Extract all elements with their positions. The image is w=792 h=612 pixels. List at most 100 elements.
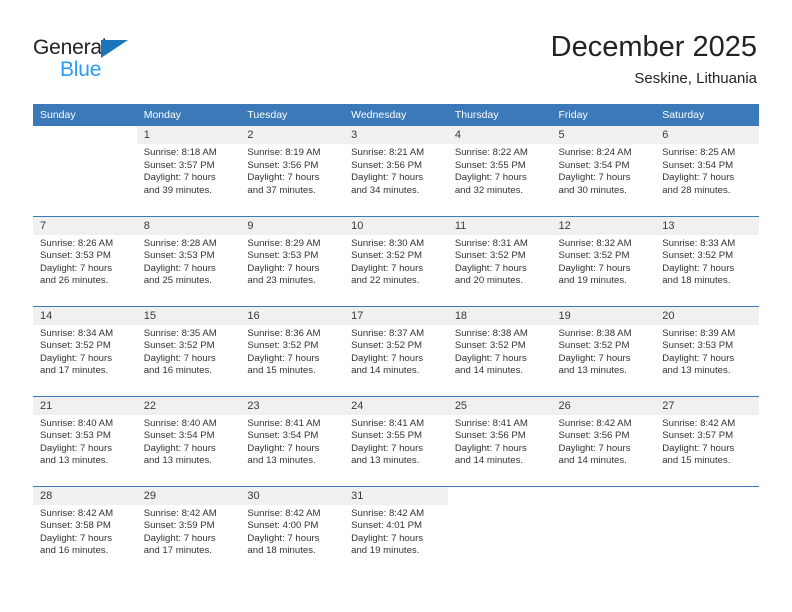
daylight-text-line1: Daylight: 7 hours xyxy=(247,262,320,274)
calendar-day-cell[interactable]: 15 Sunrise: 8:35 AM Sunset: 3:52 PM Dayligh… xyxy=(136,305,241,396)
calendar-day-cell[interactable]: 6 Sunrise: 8:25 AM Sunset: 3:54 PM Daylight… xyxy=(655,126,759,216)
weekday-header-wednesday: Wednesday xyxy=(344,104,448,126)
daylight-text-line2: and 26 minutes. xyxy=(40,275,109,287)
calendar-day-cell[interactable]: 8 Sunrise: 8:28 AM Sunset: 3:53 PM Daylight… xyxy=(136,215,241,306)
sunset-text: Sunset: 3:56 PM xyxy=(558,430,630,442)
sunset-text: Sunset: 3:54 PM xyxy=(558,159,630,171)
day-number: 8 xyxy=(136,216,241,235)
day-details: Sunrise: 8:29 AM Sunset: 3:53 PM Daylight:… xyxy=(240,235,344,288)
sunset-text: Sunset: 3:56 PM xyxy=(454,430,526,442)
sunrise-text: Sunrise: 8:25 AM xyxy=(662,147,736,158)
day-number xyxy=(33,126,137,144)
daylight-text-line1: Daylight: 7 hours xyxy=(558,352,631,364)
sunset-text: Sunset: 3:59 PM xyxy=(143,520,215,532)
calendar-day-cell[interactable]: 3 Sunrise: 8:21 AM Sunset: 3:56 PM Daylight… xyxy=(344,126,448,216)
page-subtitle: Seskine, Lithuania xyxy=(634,70,757,87)
day-details: Sunrise: 8:42 AM Sunset: 3:58 PM Daylight:… xyxy=(33,505,137,558)
weekday-header-row: Sunday Monday Tuesday Wednesday Thursday… xyxy=(33,104,759,126)
calendar-cell-empty xyxy=(447,485,552,576)
calendar-day-cell[interactable]: 9 Sunrise: 8:29 AM Sunset: 3:53 PM Daylight… xyxy=(240,215,345,306)
sunrise-text: Sunrise: 8:35 AM xyxy=(143,327,217,339)
daylight-text-line2: and 17 minutes. xyxy=(40,365,109,377)
calendar-day-cell[interactable]: 7 Sunrise: 8:26 AM Sunset: 3:53 PM Daylight… xyxy=(33,215,137,306)
calendar-head: Sunday Monday Tuesday Wednesday Thursday… xyxy=(33,104,759,126)
day-details: Sunrise: 8:26 AM Sunset: 3:53 PM Daylight:… xyxy=(33,235,137,288)
calendar-day-cell[interactable]: 13 Sunrise: 8:33 AM Sunset: 3:52 PM Dayligh… xyxy=(655,215,759,306)
day-number: 28 xyxy=(33,486,137,505)
day-details: Sunrise: 8:37 AM Sunset: 3:52 PM Daylight:… xyxy=(344,325,448,378)
sunset-text: Sunset: 3:52 PM xyxy=(351,250,423,262)
calendar-day-cell[interactable]: 31 Sunrise: 8:42 AM Sunset: 4:01 PM Dayligh… xyxy=(344,485,448,576)
calendar-day-cell[interactable]: 26 Sunrise: 8:42 AM Sunset: 3:56 PM Dayligh… xyxy=(551,395,656,486)
logo-word-general: General xyxy=(33,36,107,59)
sunrise-text: Sunrise: 8:19 AM xyxy=(247,147,321,158)
calendar-body: 1 Sunrise: 8:18 AM Sunset: 3:57 PM Daylight… xyxy=(33,126,759,576)
calendar-day-cell[interactable]: 14 Sunrise: 8:34 AM Sunset: 3:52 PM Dayligh… xyxy=(33,305,137,396)
calendar-week-row: 14 Sunrise: 8:34 AM Sunset: 3:52 PM Dayligh… xyxy=(33,305,759,396)
calendar-day-cell[interactable]: 27 Sunrise: 8:42 AM Sunset: 3:57 PM Dayligh… xyxy=(655,395,759,486)
calendar-day-cell[interactable]: 20 Sunrise: 8:39 AM Sunset: 3:53 PM Dayligh… xyxy=(655,305,759,396)
sunrise-text: Sunrise: 8:40 AM xyxy=(143,417,217,429)
day-details: Sunrise: 8:28 AM Sunset: 3:53 PM Daylight:… xyxy=(137,235,241,288)
sunrise-text: Sunrise: 8:41 AM xyxy=(247,417,321,429)
calendar-day-cell[interactable]: 16 Sunrise: 8:36 AM Sunset: 3:52 PM Dayligh… xyxy=(240,305,345,396)
calendar-day-cell[interactable]: 2 Sunrise: 8:19 AM Sunset: 3:56 PM Daylight… xyxy=(240,126,345,216)
calendar-day-cell[interactable]: 1 Sunrise: 8:18 AM Sunset: 3:57 PM Daylight… xyxy=(136,126,241,216)
sunrise-text: Sunrise: 8:32 AM xyxy=(558,237,632,249)
sunset-text: Sunset: 3:52 PM xyxy=(454,340,526,352)
daylight-text-line1: Daylight: 7 hours xyxy=(40,262,112,274)
sunrise-text: Sunrise: 8:21 AM xyxy=(351,147,425,158)
day-details: Sunrise: 8:25 AM Sunset: 3:54 PM Daylight:… xyxy=(655,144,759,197)
sunset-text: Sunset: 3:52 PM xyxy=(247,340,319,352)
sunset-text: Sunset: 3:53 PM xyxy=(247,250,319,262)
sunset-text: Sunset: 3:55 PM xyxy=(454,159,526,171)
day-number: 9 xyxy=(240,216,345,235)
calendar-week-row: 7 Sunrise: 8:26 AM Sunset: 3:53 PM Daylight… xyxy=(33,215,759,306)
calendar-day-cell[interactable]: 30 Sunrise: 8:42 AM Sunset: 4:00 PM Dayligh… xyxy=(240,485,345,576)
daylight-text-line1: Daylight: 7 hours xyxy=(454,442,527,454)
day-details: Sunrise: 8:39 AM Sunset: 3:53 PM Daylight:… xyxy=(655,325,759,378)
calendar-cell-empty xyxy=(655,485,759,576)
daylight-text-line1: Daylight: 7 hours xyxy=(454,262,527,274)
day-details: Sunrise: 8:18 AM Sunset: 3:57 PM Daylight:… xyxy=(137,144,241,197)
day-details: Sunrise: 8:21 AM Sunset: 3:56 PM Daylight:… xyxy=(344,144,448,197)
calendar-day-cell[interactable]: 12 Sunrise: 8:32 AM Sunset: 3:52 PM Dayligh… xyxy=(551,215,656,306)
daylight-text-line1: Daylight: 7 hours xyxy=(40,532,112,544)
daylight-text-line2: and 34 minutes. xyxy=(351,184,420,196)
day-number: 1 xyxy=(136,126,241,144)
calendar-day-cell[interactable]: 23 Sunrise: 8:41 AM Sunset: 3:54 PM Dayligh… xyxy=(240,395,345,486)
sunset-text: Sunset: 3:57 PM xyxy=(143,159,215,171)
general-blue-logo[interactable]: General Blue xyxy=(33,36,183,88)
sunrise-text: Sunrise: 8:41 AM xyxy=(351,417,425,429)
calendar-day-cell[interactable]: 19 Sunrise: 8:38 AM Sunset: 3:52 PM Dayligh… xyxy=(551,305,656,396)
daylight-text-line1: Daylight: 7 hours xyxy=(454,172,527,184)
calendar-day-cell[interactable]: 11 Sunrise: 8:31 AM Sunset: 3:52 PM Dayligh… xyxy=(447,215,552,306)
calendar-day-cell[interactable]: 18 Sunrise: 8:38 AM Sunset: 3:52 PM Dayligh… xyxy=(447,305,552,396)
calendar-day-cell[interactable]: 4 Sunrise: 8:22 AM Sunset: 3:55 PM Daylight… xyxy=(447,126,552,216)
calendar-day-cell[interactable]: 28 Sunrise: 8:42 AM Sunset: 3:58 PM Dayligh… xyxy=(33,485,137,576)
calendar-day-cell[interactable]: 22 Sunrise: 8:40 AM Sunset: 3:54 PM Dayligh… xyxy=(136,395,241,486)
calendar-day-cell[interactable]: 24 Sunrise: 8:41 AM Sunset: 3:55 PM Dayligh… xyxy=(344,395,448,486)
calendar-day-cell[interactable]: 17 Sunrise: 8:37 AM Sunset: 3:52 PM Dayligh… xyxy=(344,305,448,396)
sunrise-text: Sunrise: 8:30 AM xyxy=(351,237,425,249)
daylight-text-line2: and 16 minutes. xyxy=(40,545,109,557)
calendar-day-cell[interactable]: 21 Sunrise: 8:40 AM Sunset: 3:53 PM Dayligh… xyxy=(33,395,137,486)
sunset-text: Sunset: 3:52 PM xyxy=(351,340,423,352)
day-number: 22 xyxy=(136,396,241,415)
calendar-day-cell[interactable]: 10 Sunrise: 8:30 AM Sunset: 3:52 PM Dayligh… xyxy=(344,215,448,306)
day-details: Sunrise: 8:38 AM Sunset: 3:52 PM Daylight:… xyxy=(552,325,656,378)
calendar-day-cell[interactable]: 25 Sunrise: 8:41 AM Sunset: 3:56 PM Dayligh… xyxy=(447,395,552,486)
day-details: Sunrise: 8:42 AM Sunset: 3:57 PM Daylight:… xyxy=(655,415,759,468)
daylight-text-line2: and 15 minutes. xyxy=(247,365,316,377)
daylight-text-line2: and 14 minutes. xyxy=(558,455,627,467)
sunrise-text: Sunrise: 8:42 AM xyxy=(558,417,632,429)
daylight-text-line2: and 13 minutes. xyxy=(662,365,731,377)
sunset-text: Sunset: 4:00 PM xyxy=(247,520,319,532)
weekday-header-saturday: Saturday xyxy=(655,104,759,126)
sunrise-text: Sunrise: 8:42 AM xyxy=(40,507,114,519)
calendar-day-cell[interactable]: 5 Sunrise: 8:24 AM Sunset: 3:54 PM Daylight… xyxy=(551,126,656,216)
daylight-text-line2: and 14 minutes. xyxy=(454,455,524,467)
daylight-text-line2: and 14 minutes. xyxy=(351,365,420,377)
daylight-text-line2: and 39 minutes. xyxy=(143,184,212,196)
calendar-day-cell[interactable]: 29 Sunrise: 8:42 AM Sunset: 3:59 PM Dayligh… xyxy=(136,485,241,576)
